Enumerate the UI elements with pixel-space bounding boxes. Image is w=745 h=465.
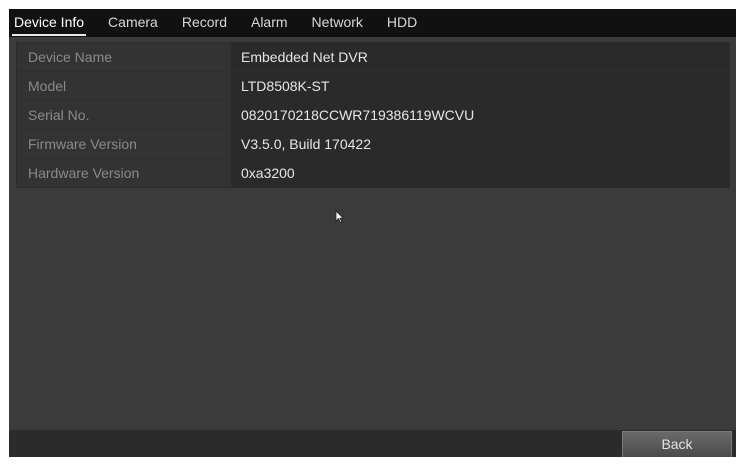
hardware-version-row: Hardware Version 0xa3200 [17,159,729,187]
footer-bar: Back [9,430,736,457]
firmware-version-label: Firmware Version [17,130,232,158]
firmware-version-value: V3.5.0, Build 170422 [232,130,729,158]
device-name-label: Device Name [17,43,232,71]
model-value: LTD8508K-ST [232,72,729,100]
serial-no-value: 0820170218CCWR719386119WCVU [232,101,729,129]
serial-no-label: Serial No. [17,101,232,129]
back-button[interactable]: Back [622,431,732,457]
tab-bar: Device Info Camera Record Alarm Network … [9,9,736,37]
device-name-value: Embedded Net DVR [232,43,729,71]
tab-alarm[interactable]: Alarm [251,9,288,37]
model-row: Model LTD8508K-ST [17,72,729,101]
device-info-table: Device Name Embedded Net DVR Model LTD85… [16,42,730,188]
model-label: Model [17,72,232,100]
tab-device-info[interactable]: Device Info [11,9,87,37]
tab-camera[interactable]: Camera [108,9,158,37]
serial-no-row: Serial No. 0820170218CCWR719386119WCVU [17,101,729,130]
tab-network[interactable]: Network [312,9,363,37]
device-info-window: Device Info Camera Record Alarm Network … [9,9,736,457]
hardware-version-value: 0xa3200 [232,159,729,187]
tab-hdd[interactable]: HDD [387,9,417,37]
firmware-version-row: Firmware Version V3.5.0, Build 170422 [17,130,729,159]
device-name-row: Device Name Embedded Net DVR [17,43,729,72]
mouse-pointer-icon [335,210,345,224]
tab-record[interactable]: Record [182,9,227,37]
hardware-version-label: Hardware Version [17,159,232,187]
